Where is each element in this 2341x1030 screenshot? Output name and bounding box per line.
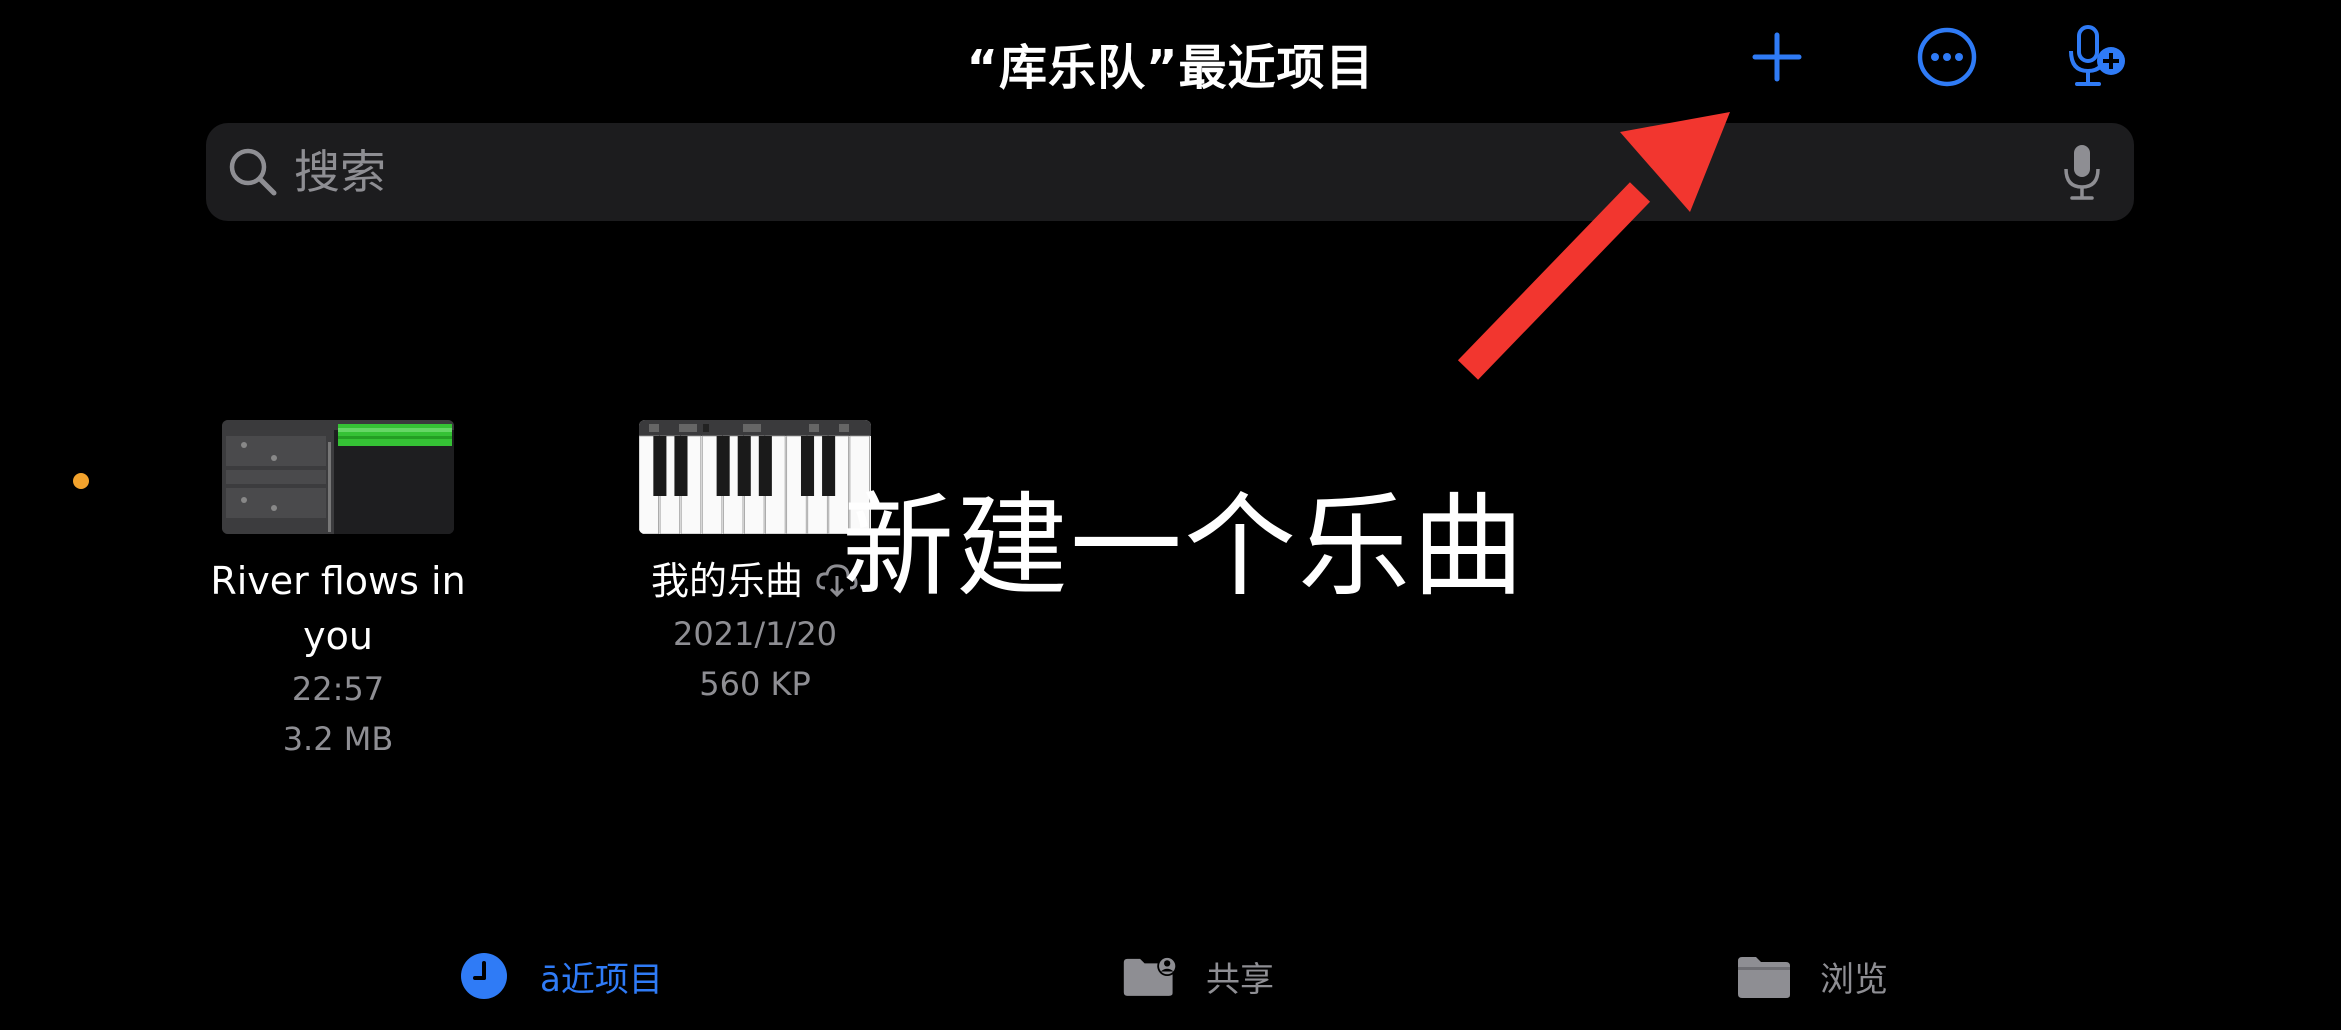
piano-black-key <box>800 436 815 496</box>
piano-black-key <box>822 436 836 496</box>
tab-bar: ā近项目 共享 浏览 <box>0 940 2341 1020</box>
piano-black-key <box>758 436 772 496</box>
project-item[interactable]: River flows in you 22:57 3.2 MB <box>178 420 498 764</box>
top-actions <box>1740 20 2160 100</box>
piano-black-key <box>716 436 730 496</box>
tab-shared[interactable]: 共享 <box>1122 946 1274 1006</box>
tab-label: ā近项目 <box>540 959 663 1000</box>
annotation-arrow <box>1457 112 1730 380</box>
project-time: 2021/1/20 <box>672 615 838 653</box>
project-thumbnail-keyboard[interactable] <box>639 420 871 534</box>
project-name: River flows in you <box>210 559 466 658</box>
piano-black-key <box>737 436 751 496</box>
tab-recent[interactable]: ā近项目 <box>456 946 663 1006</box>
project-size: 3.2 MB <box>282 720 394 758</box>
add-project-button[interactable] <box>1740 20 1814 94</box>
mic-plus-icon <box>2069 25 2125 86</box>
clock-icon <box>456 951 512 1001</box>
tab-label: 浏览 <box>1820 959 1888 1000</box>
piano-black-key <box>674 436 688 496</box>
ellipsis-circle-icon <box>1917 27 1977 87</box>
more-options-button[interactable] <box>1910 20 1984 94</box>
tab-browse[interactable]: 浏览 <box>1736 946 1888 1006</box>
folder-icon <box>1736 951 1792 1001</box>
dictation-mic-icon[interactable] <box>2062 143 2102 203</box>
project-thumbnail-tracks[interactable] <box>222 420 454 534</box>
shared-folder-icon <box>1122 951 1178 1001</box>
project-size: 560 KP <box>699 665 811 703</box>
voice-add-button[interactable] <box>2060 20 2134 94</box>
plus-icon <box>1752 32 1802 82</box>
overlay-caption: 新建一个乐曲 <box>842 482 1526 612</box>
search-icon <box>226 145 280 199</box>
status-dot <box>73 473 89 489</box>
piano-black-key <box>653 436 667 496</box>
search-bar <box>206 123 2134 221</box>
project-name-text: 我的乐曲 <box>650 559 803 603</box>
tab-label: 共享 <box>1206 959 1274 1000</box>
project-time: 22:57 <box>291 670 385 708</box>
